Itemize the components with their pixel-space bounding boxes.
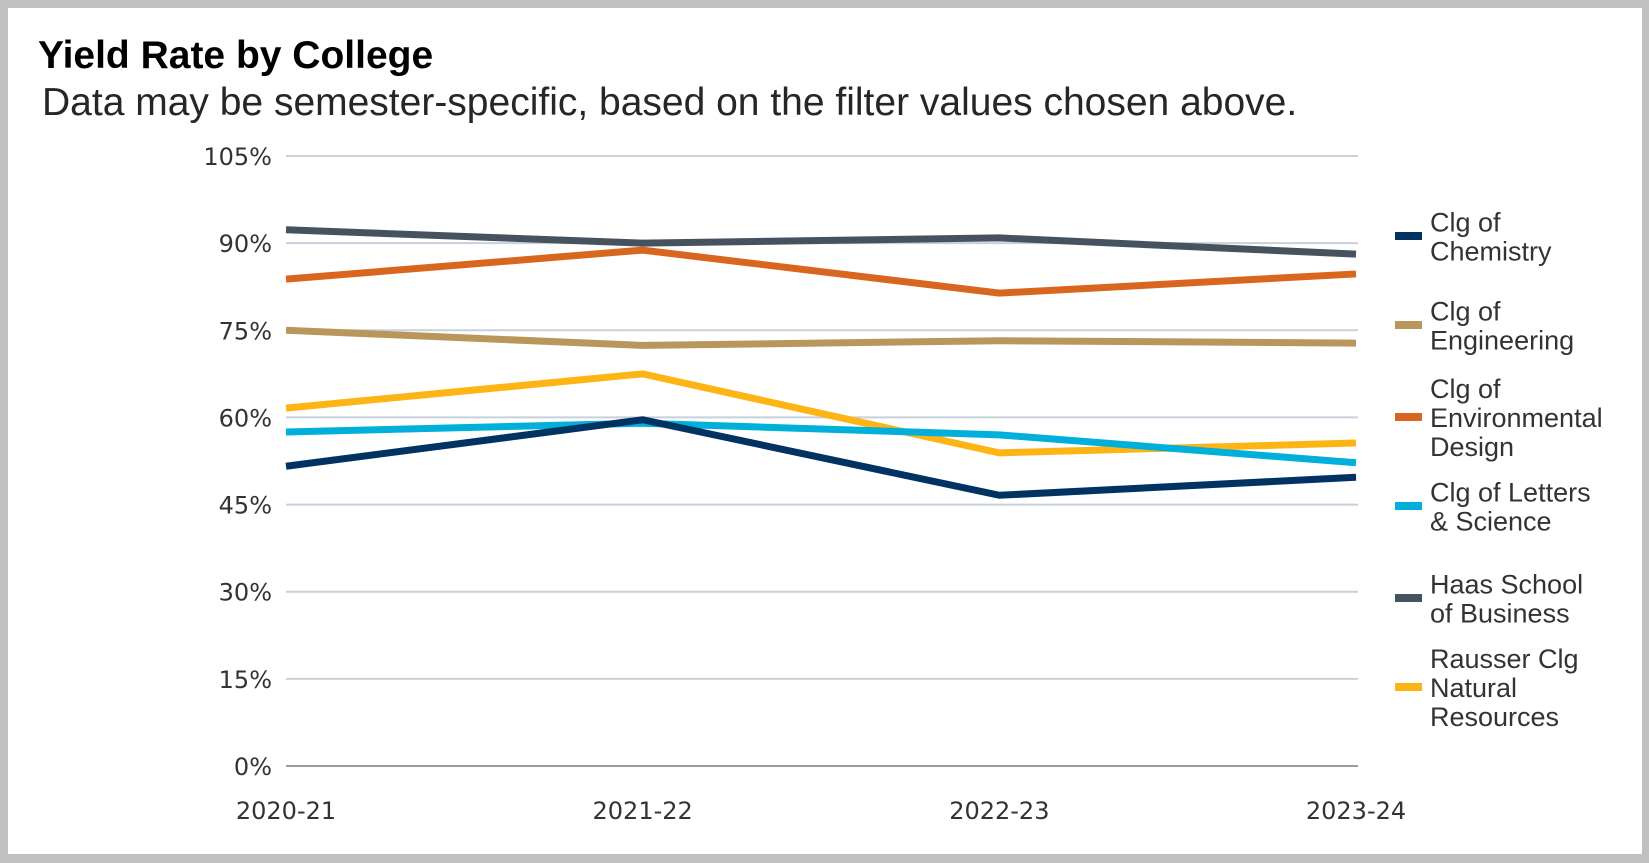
- legend-swatch: [1395, 683, 1422, 691]
- y-axis: 0% 15% 30% 45% 60% 75% 90% 105%: [203, 143, 272, 781]
- y-tick-label: 90%: [219, 230, 272, 258]
- line-chart: 0%15%30%45%60%75%90%105% 2020-21 2021-22 2…: [203, 143, 1603, 825]
- series-line-rausser-clg-natural-resources: [285, 370, 1357, 457]
- legend: Clg ofChemistryClg ofEngineeringClg ofEn…: [1395, 208, 1603, 732]
- series-line-haas-school-of-business: [285, 226, 1357, 258]
- x-tick-label: 2020-21: [236, 797, 336, 825]
- y-tick-label: 45%: [219, 492, 272, 520]
- legend-label: Natural: [1430, 673, 1517, 703]
- series-line-clg-of-environmental-design: [285, 246, 1357, 297]
- legend-item: Rausser ClgNaturalResources: [1395, 644, 1579, 732]
- legend-label: Chemistry: [1430, 237, 1552, 267]
- legend-swatch: [1395, 321, 1422, 329]
- series-line-clg-of-engineering: [285, 326, 1357, 349]
- y-tick-label: 105%: [203, 143, 272, 171]
- legend-label: & Science: [1430, 507, 1552, 537]
- y-tick-label: 30%: [219, 579, 272, 607]
- legend-item: Clg ofEngineering: [1395, 297, 1574, 356]
- legend-item: Clg ofEnvironmentalDesign: [1395, 374, 1603, 462]
- legend-label: Engineering: [1430, 326, 1574, 356]
- x-tick-label: 2022-23: [949, 797, 1049, 825]
- x-tick-label: 2023-24: [1306, 797, 1406, 825]
- legend-label: Resources: [1430, 702, 1559, 732]
- y-tick-label: 75%: [219, 317, 272, 345]
- y-tick-label: 15%: [219, 666, 272, 694]
- legend-label: Clg of: [1430, 297, 1501, 327]
- legend-swatch: [1395, 413, 1422, 421]
- legend-label: Design: [1430, 432, 1514, 462]
- series-lines: [285, 226, 1357, 499]
- x-tick-label: 2021-22: [593, 797, 693, 825]
- legend-item: Clg ofChemistry: [1395, 208, 1552, 267]
- legend-label: Clg of Letters: [1430, 478, 1591, 508]
- x-axis: 2020-21 2021-22 2022-23 2023-24: [236, 797, 1406, 825]
- legend-swatch: [1395, 502, 1422, 510]
- y-tick-label: 0%: [234, 753, 272, 781]
- legend-label: Clg of: [1430, 208, 1501, 238]
- legend-label: Environmental: [1430, 403, 1603, 433]
- legend-swatch: [1395, 594, 1422, 602]
- legend-item: Haas Schoolof Business: [1395, 570, 1583, 629]
- legend-item: Clg of Letters& Science: [1395, 478, 1591, 537]
- legend-label: Clg of: [1430, 374, 1501, 404]
- legend-label: of Business: [1430, 599, 1570, 629]
- y-tick-label: 60%: [219, 404, 272, 432]
- legend-label: Haas School: [1430, 570, 1583, 600]
- legend-label: Rausser Clg: [1430, 644, 1579, 674]
- legend-swatch: [1395, 232, 1422, 240]
